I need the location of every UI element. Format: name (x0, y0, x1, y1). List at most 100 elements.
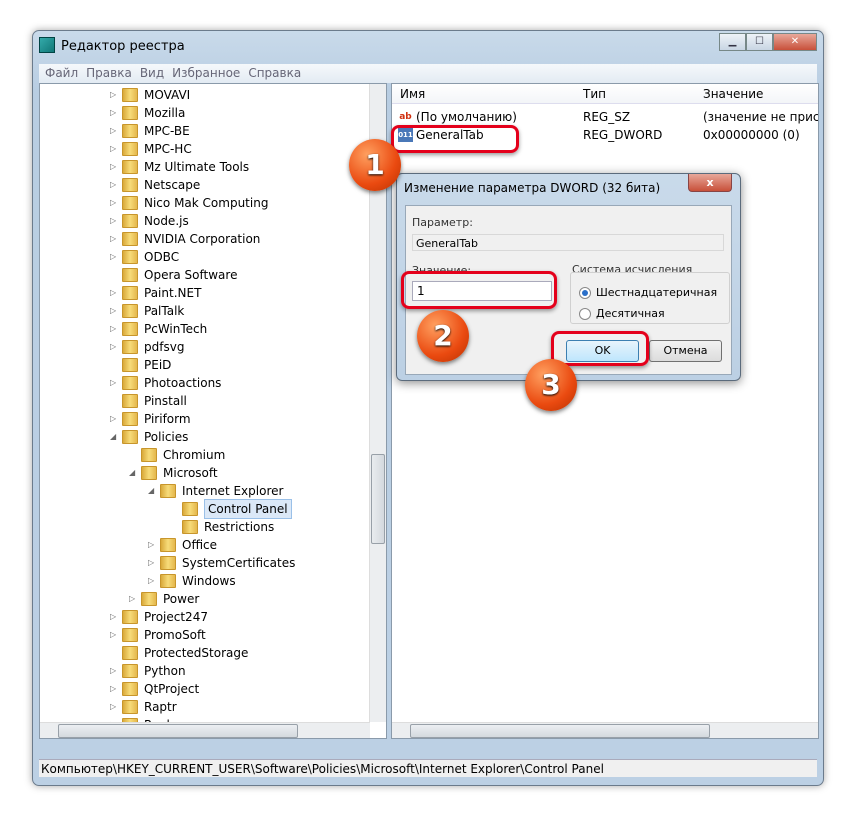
menu-file[interactable]: Файл (45, 64, 86, 83)
dialog-close-button[interactable]: x (688, 174, 732, 192)
tree-item[interactable]: ▷ ODBC (110, 248, 179, 266)
tree-item[interactable]: Pinstall (110, 392, 187, 410)
tree-item[interactable]: Opera Software (110, 266, 237, 284)
menu-help[interactable]: Справка (248, 64, 309, 83)
tree-item[interactable]: ▷ pdfsvg (110, 338, 184, 356)
tree-item-label: MPC-BE (144, 124, 190, 138)
tree-item[interactable]: PEiD (110, 356, 171, 374)
column-name[interactable]: Имя (400, 87, 425, 101)
expand-arrow-icon[interactable]: ◢ (110, 428, 120, 446)
expand-arrow-icon[interactable]: ▷ (110, 338, 120, 356)
tree-item[interactable]: ▷ Windows (148, 572, 236, 590)
expand-arrow-icon[interactable]: ▷ (110, 698, 120, 716)
tree-item[interactable]: ▷ MPC-BE (110, 122, 190, 140)
expand-arrow-icon[interactable]: ▷ (110, 302, 120, 320)
value-row[interactable]: ab (По умолчанию) REG_SZ (значение не пр… (396, 108, 818, 126)
expand-arrow-icon[interactable]: ▷ (110, 212, 120, 230)
expand-arrow-icon[interactable]: ▷ (110, 140, 120, 158)
tree-item[interactable]: ▷ PcWinTech (110, 320, 207, 338)
value-data: 0x00000000 (0) (703, 128, 800, 142)
tree-item[interactable]: ▷ Paint.NET (110, 284, 201, 302)
tree-item[interactable]: ▷ PalTalk (110, 302, 184, 320)
tree-item[interactable]: ▷ Mz Ultimate Tools (110, 158, 249, 176)
tree-horizontal-scrollbar[interactable] (40, 722, 370, 738)
expand-arrow-icon[interactable]: ▷ (110, 86, 120, 104)
minimize-button[interactable]: ▁ (719, 33, 746, 51)
folder-icon (122, 250, 138, 264)
expand-arrow-icon[interactable]: ▷ (110, 194, 120, 212)
decimal-label: Десятичная (596, 307, 665, 320)
tree-item[interactable]: ProtectedStorage (110, 644, 248, 662)
tree-item[interactable]: ▷ NVIDIA Corporation (110, 230, 260, 248)
tree-item[interactable]: ▷ Project247 (110, 608, 208, 626)
tree-hscroll-thumb[interactable] (58, 724, 298, 738)
tree-scroll-thumb[interactable] (371, 454, 385, 544)
column-type[interactable]: Тип (583, 87, 606, 101)
expand-arrow-icon[interactable]: ▷ (148, 572, 158, 590)
close-button[interactable]: ✕ (773, 33, 817, 51)
expand-arrow-icon[interactable]: ▷ (148, 536, 158, 554)
regedit-app-icon (39, 37, 55, 53)
value-type: REG_DWORD (583, 128, 663, 142)
expand-arrow-icon[interactable]: ▷ (129, 590, 139, 608)
expand-arrow-icon[interactable]: ▷ (110, 320, 120, 338)
tree-item[interactable]: ▷ Nico Mak Computing (110, 194, 268, 212)
tree-item[interactable]: ▷ MOVAVI (110, 86, 190, 104)
values-hscroll-thumb[interactable] (410, 724, 710, 738)
expand-arrow-icon[interactable]: ▷ (110, 410, 120, 428)
expand-arrow-icon[interactable]: ▷ (110, 680, 120, 698)
tree-item[interactable]: ▷ PromoSoft (110, 626, 206, 644)
expand-arrow-icon[interactable]: ▷ (110, 122, 120, 140)
tree-item-label: Mozilla (144, 106, 186, 120)
tree-item[interactable]: ▷ Raptr (110, 698, 177, 716)
expand-arrow-icon[interactable]: ▷ (110, 176, 120, 194)
expand-arrow-icon[interactable]: ▷ (110, 158, 120, 176)
cancel-button[interactable]: Отмена (649, 340, 722, 362)
maximize-button[interactable]: ☐ (746, 33, 773, 51)
expand-arrow-icon[interactable]: ◢ (129, 464, 139, 482)
tree-item[interactable]: Restrictions (170, 518, 274, 536)
tree-item[interactable]: ◢ Microsoft (129, 464, 218, 482)
folder-icon (122, 160, 138, 174)
expand-arrow-icon[interactable]: ▷ (110, 230, 120, 248)
menu-edit[interactable]: Правка (86, 64, 140, 83)
tree-item-label: Pinstall (144, 394, 187, 408)
tree-item[interactable]: ▷ MPC-HC (110, 140, 192, 158)
tree-item[interactable]: ▷ Piriform (110, 410, 191, 428)
values-horizontal-scrollbar[interactable] (392, 722, 818, 738)
tree-item[interactable]: ▷ Office (148, 536, 217, 554)
folder-icon (160, 484, 176, 498)
tree-item[interactable]: Chromium (129, 446, 225, 464)
tree-item[interactable]: ▷ SystemCertificates (148, 554, 295, 572)
decimal-radio[interactable]: Десятичная (579, 307, 665, 320)
expand-arrow-icon[interactable]: ▷ (148, 554, 158, 572)
tree-item[interactable]: ▷ Photoactions (110, 374, 221, 392)
tree-item[interactable]: ▷ Power (129, 590, 199, 608)
expand-arrow-icon[interactable]: ▷ (110, 608, 120, 626)
tree-item-label: ODBC (144, 250, 180, 264)
tree-item-label: ProtectedStorage (144, 646, 249, 660)
tree-item[interactable]: Control Panel (170, 499, 292, 519)
expand-arrow-icon[interactable]: ▷ (110, 626, 120, 644)
expand-arrow-icon[interactable]: ◢ (148, 482, 158, 500)
tree-item[interactable]: ▷ QtProject (110, 680, 199, 698)
tree-item[interactable]: ◢ Internet Explorer (148, 482, 283, 500)
menu-view[interactable]: Вид (140, 64, 172, 83)
expand-arrow-icon[interactable]: ▷ (110, 104, 120, 122)
column-value[interactable]: Значение (703, 87, 763, 101)
expand-arrow-icon[interactable]: ▷ (110, 248, 120, 266)
tree-item-label: Piriform (144, 412, 191, 426)
expand-arrow-icon[interactable]: ▷ (110, 284, 120, 302)
tree-item[interactable]: ◢ Policies (110, 428, 188, 446)
folder-icon (122, 610, 138, 624)
tree-item[interactable]: ▷ Netscape (110, 176, 200, 194)
expand-arrow-icon[interactable]: ▷ (110, 662, 120, 680)
tree-item[interactable]: ▷ Mozilla (110, 104, 185, 122)
hex-radio[interactable]: Шестнадцатеричная (579, 286, 717, 299)
tree-item[interactable]: ▷ Node.js (110, 212, 189, 230)
highlight-generaltab (391, 125, 519, 153)
expand-arrow-icon[interactable]: ▷ (110, 374, 120, 392)
tree-item[interactable]: ▷ Python (110, 662, 186, 680)
menu-bar: Файл Правка Вид Избранное Справка (39, 64, 817, 83)
menu-favorites[interactable]: Избранное (172, 64, 248, 83)
